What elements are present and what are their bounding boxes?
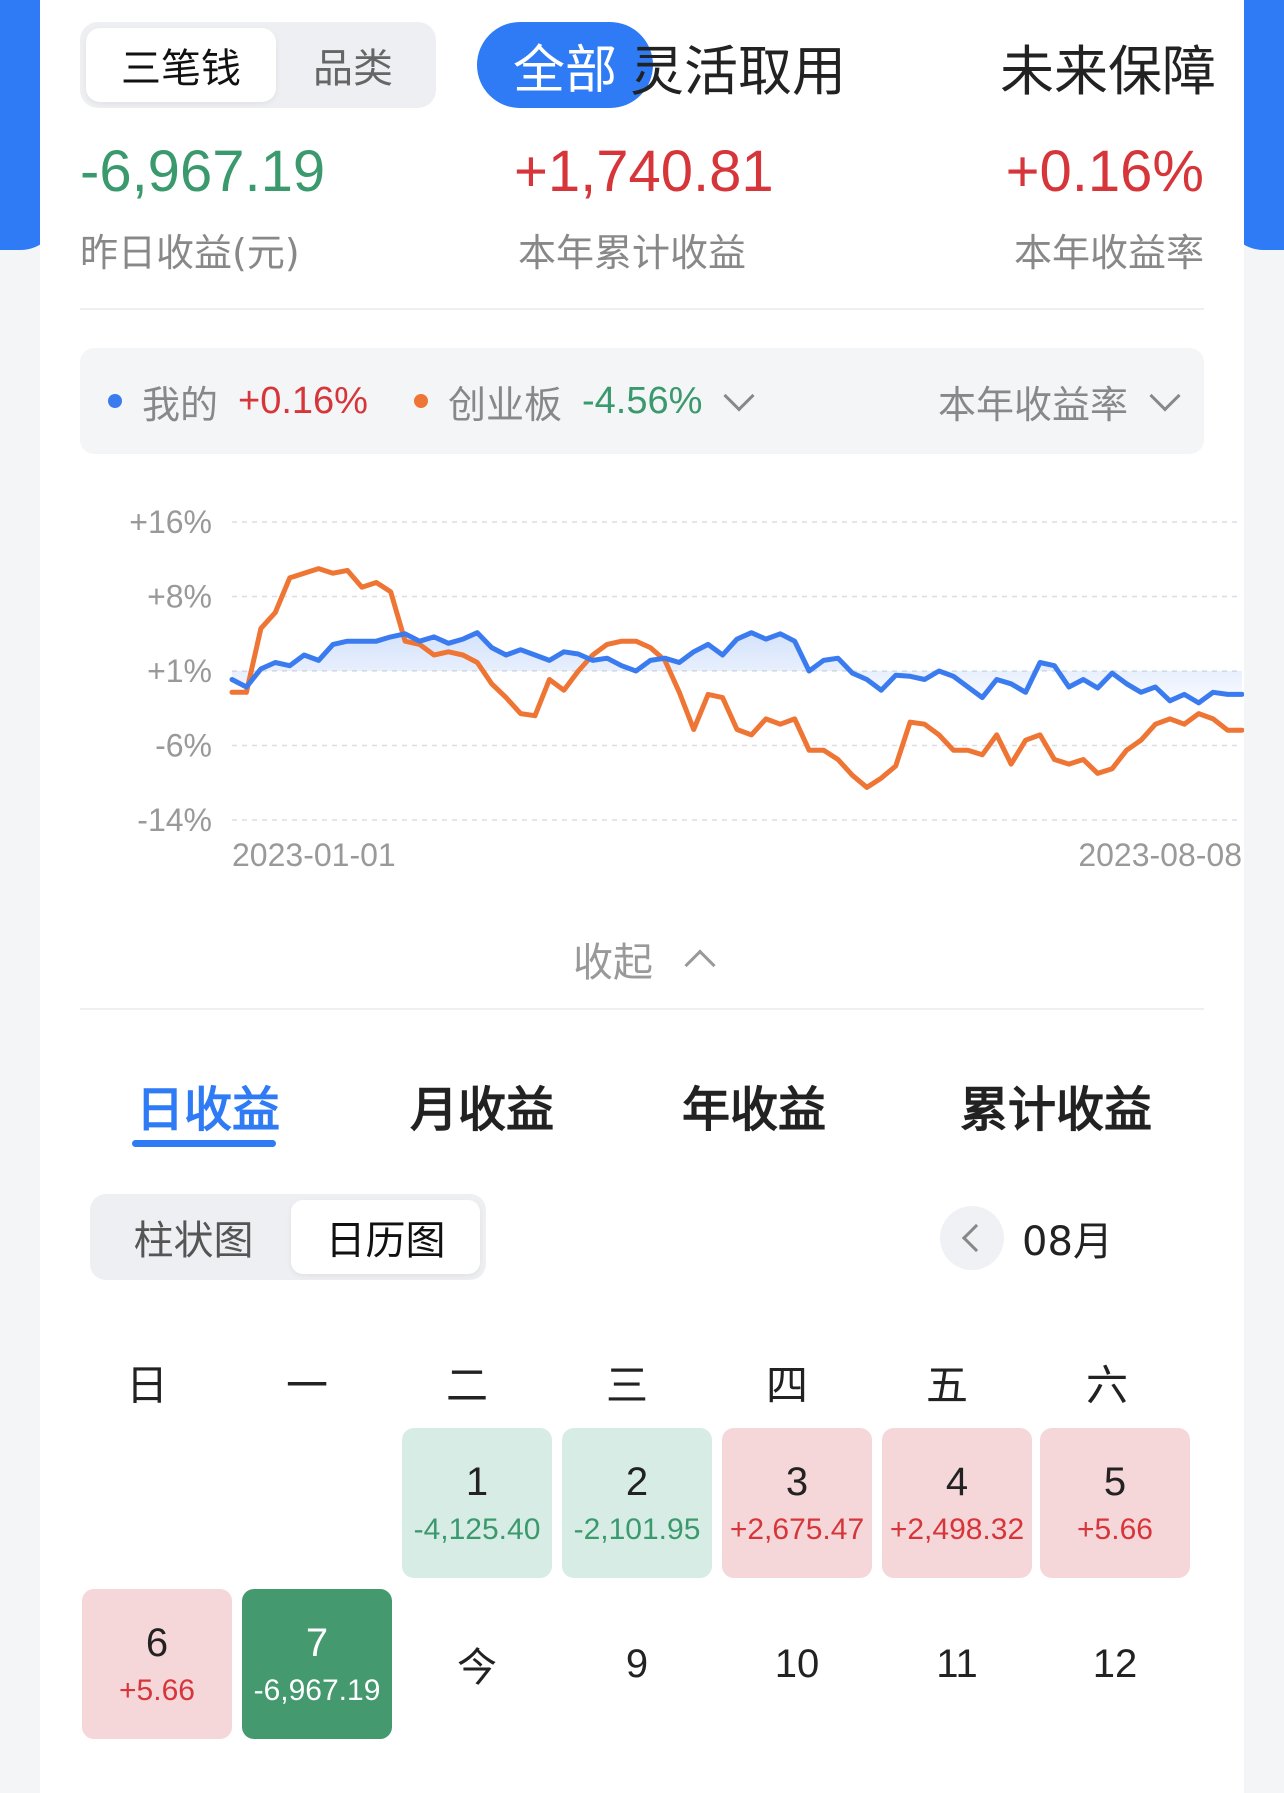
tab-future-protection[interactable]: 未来保障 <box>1000 30 1216 103</box>
day-amount: +5.66 <box>119 1673 195 1707</box>
day-amount: -6,967.19 <box>253 1673 381 1707</box>
chart-svg: +16% +8% +1% -6% -14% 2023-01-01 2023-08-08 <box>129 504 1245 873</box>
metric-chevron-down-icon <box>1149 380 1181 412</box>
legend-mine-value: +0.16% <box>238 379 368 422</box>
calendar-day[interactable]: 1 -4,125.40 <box>402 1428 552 1578</box>
prev-month-button[interactable] <box>940 1206 1004 1270</box>
y-tick-label: -14% <box>137 802 212 838</box>
active-tab-indicator <box>132 1140 276 1147</box>
ytd-rate-value: +0.16% <box>1005 139 1204 204</box>
main-card: 三笔钱 品类 全部 灵活取用 未来保障 -6,967.19 昨日收益(元) +1… <box>40 0 1245 1793</box>
metric-label: 本年收益率 <box>937 382 1128 427</box>
tab-cumulative-profit[interactable]: 累计收益 <box>960 1070 1152 1140</box>
calendar-day[interactable]: 10 <box>722 1589 872 1739</box>
profit-rate-chart: +16% +8% +1% -6% -14% 2023-01-01 2023-08-08 <box>80 490 1245 890</box>
segment-category[interactable]: 品类 <box>276 28 430 102</box>
day-number: 1 <box>465 1459 489 1504</box>
ytd-profit-value: +1,740.81 <box>514 139 774 204</box>
day-number: 4 <box>945 1459 969 1504</box>
day-number: 11 <box>936 1641 978 1686</box>
legend-bench-value: -4.56% <box>581 379 703 422</box>
segment-three-money[interactable]: 三笔钱 <box>86 28 276 102</box>
collapse-label: 收起 <box>573 940 653 986</box>
day-amount: -2,101.95 <box>573 1512 701 1546</box>
day-amount: -4,125.40 <box>413 1512 541 1546</box>
day-number: 2 <box>625 1459 649 1504</box>
x-start-label: 2023-01-01 <box>232 837 396 873</box>
calendar-day[interactable]: 12 <box>1040 1589 1190 1739</box>
tab-future-clip: 未来保障 <box>1000 28 1244 108</box>
weekday-wed: 三 <box>605 1361 648 1410</box>
ytd-profit-label: 本年累计收益 <box>518 231 747 275</box>
day-amount: +5.66 <box>1077 1512 1153 1546</box>
y-tick-label: +1% <box>147 653 212 689</box>
day-number: 7 <box>305 1620 329 1665</box>
chart-legend-bar: 我的 +0.16% 创业板 -4.56% 本年收益率 <box>80 348 1204 454</box>
calendar-day[interactable]: 4 +2,498.32 <box>882 1428 1032 1578</box>
x-end-label: 2023-08-08 <box>1078 837 1242 873</box>
day-number: 5 <box>1103 1459 1127 1504</box>
weekday-fri: 五 <box>925 1361 968 1410</box>
calendar-day[interactable]: 5 +5.66 <box>1040 1428 1190 1578</box>
view-calendar[interactable]: 日历图 <box>290 1200 480 1274</box>
day-amount: +2,675.47 <box>729 1512 865 1546</box>
calendar-day[interactable]: 9 <box>562 1589 712 1739</box>
bench-chevron-down-icon[interactable] <box>723 380 755 412</box>
month-nav: 08月 <box>940 1206 1113 1270</box>
calendar-day-today[interactable]: 今 <box>402 1589 552 1739</box>
legend-bench-name[interactable]: 创业板 <box>448 374 562 429</box>
day-number: 12 <box>1092 1641 1138 1686</box>
weekday-mon: 一 <box>285 1361 328 1410</box>
tab-daily-profit[interactable]: 日收益 <box>136 1070 280 1140</box>
mine-area <box>232 632 1242 703</box>
category-segment: 三笔钱 品类 <box>80 22 436 108</box>
y-tick-label: +16% <box>129 504 212 540</box>
day-amount: +2,498.32 <box>889 1512 1025 1546</box>
tab-all[interactable]: 全部 <box>477 22 653 108</box>
y-tick-label: +8% <box>147 579 212 615</box>
view-toggle: 柱状图 日历图 <box>90 1194 486 1280</box>
calendar-day[interactable]: 6 +5.66 <box>82 1589 232 1739</box>
weekday-sun: 日 <box>125 1361 168 1410</box>
weekday-tue: 二 <box>445 1361 488 1410</box>
day-number: 3 <box>785 1459 809 1504</box>
tab-flexible[interactable]: 灵活取用 <box>630 30 846 103</box>
view-bar-chart[interactable]: 柱状图 <box>96 1200 291 1274</box>
day-number: 10 <box>774 1641 820 1686</box>
divider <box>80 308 1204 310</box>
calendar-day[interactable]: 11 <box>882 1589 1032 1739</box>
bench-dot-icon <box>413 394 428 408</box>
day-number: 9 <box>625 1641 649 1686</box>
calendar-day-selected[interactable]: 7 -6,967.19 <box>242 1589 392 1739</box>
month-label: 08月 <box>1022 1219 1113 1265</box>
day-number: 今 <box>457 1646 497 1690</box>
chevron-left-icon <box>961 1223 991 1253</box>
tab-yearly-profit[interactable]: 年收益 <box>682 1070 826 1140</box>
weekday-thu: 四 <box>765 1361 808 1410</box>
yesterday-profit-label: 昨日收益(元) <box>80 231 300 275</box>
ytd-rate-label: 本年收益率 <box>1013 231 1204 275</box>
mine-dot-icon <box>108 394 122 408</box>
legend-mine-name: 我的 <box>142 382 219 427</box>
tab-monthly-profit[interactable]: 月收益 <box>410 1070 554 1140</box>
calendar-day[interactable]: 3 +2,675.47 <box>722 1428 872 1578</box>
yesterday-profit-value: -6,967.19 <box>80 139 326 204</box>
divider <box>80 1008 1204 1010</box>
day-number: 6 <box>145 1620 169 1665</box>
collapse-button[interactable]: 收起 <box>40 930 1244 988</box>
y-tick-label: -6% <box>155 728 212 764</box>
chevron-up-icon <box>684 949 716 981</box>
metric-selector[interactable]: 本年收益率 <box>937 374 1181 429</box>
calendar-day[interactable]: 2 -2,101.95 <box>562 1428 712 1578</box>
weekday-sat: 六 <box>1085 1361 1128 1410</box>
